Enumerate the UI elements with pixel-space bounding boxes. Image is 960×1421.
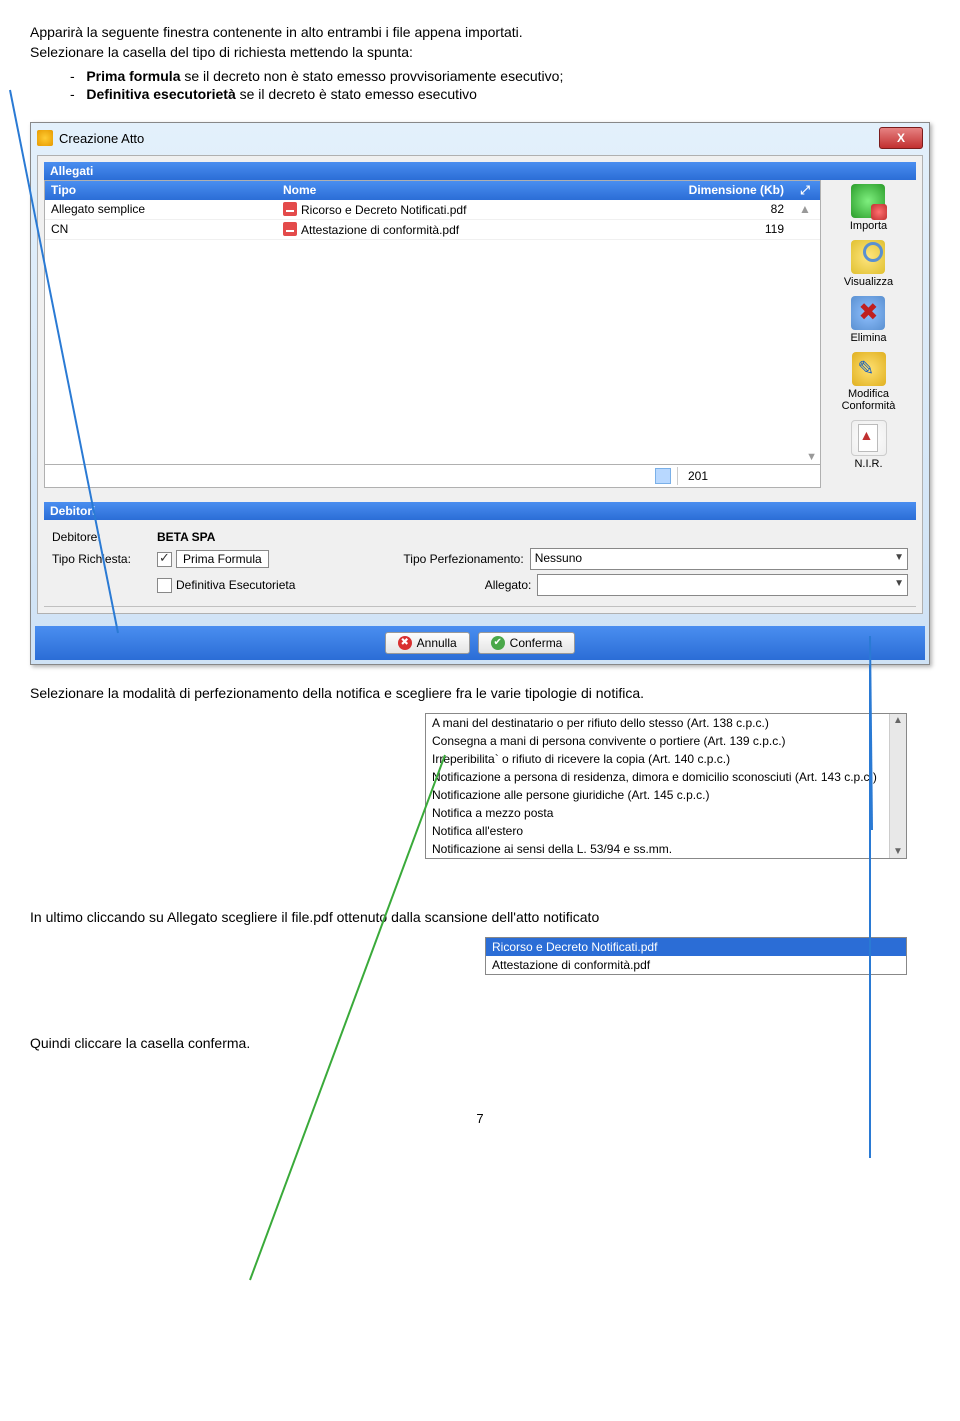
dropdown-option[interactable]: Irreperibilita` o rifiuto di ricevere la… (426, 750, 906, 768)
lbl-debitore: Debitore: (52, 530, 157, 544)
mid-text-2: In ultimo cliccando su Allegato sceglier… (30, 909, 930, 925)
visualizza-icon (851, 240, 885, 274)
cancel-icon: ✖ (398, 636, 412, 650)
nir-icon (851, 420, 887, 456)
intro-line2: Selezionare la casella del tipo di richi… (30, 44, 930, 60)
window-icon (37, 130, 53, 146)
annulla-button[interactable]: ✖Annulla (385, 632, 470, 654)
chevron-down-icon: ▼ (894, 578, 904, 589)
mid-text-1: Selezionare la modalità di perfezionamen… (30, 685, 930, 701)
status-total: 201 (677, 467, 818, 485)
definitiva-label: Definitiva Esecutorieta (176, 578, 295, 592)
debitori-body: Debitore: BETA SPA Tipo Richiesta: Prima… (44, 520, 916, 607)
dropdown-option[interactable]: Notificazione a persona di residenza, di… (426, 768, 906, 786)
col-tipo[interactable]: Tipo (45, 181, 277, 200)
bottom-button-bar: ✖Annulla ✔Conferma (35, 626, 925, 660)
allegati-header: Allegati (44, 162, 916, 180)
creazione-atto-window: Creazione Atto X Allegati Tipo Nome Dime… (30, 122, 930, 665)
confirm-icon: ✔ (491, 636, 505, 650)
elimina-button[interactable]: Elimina (850, 296, 886, 344)
table-row[interactable]: CN Attestazione di conformità.pdf 119 (45, 220, 820, 240)
callout-line-green (250, 755, 445, 1280)
prima-formula-label: Prima Formula (176, 550, 269, 568)
importa-icon (851, 184, 885, 218)
col-expand[interactable]: ⤢ (790, 181, 820, 200)
checkbox-prima-formula[interactable] (157, 552, 172, 567)
elimina-icon (851, 296, 885, 330)
lbl-tipo-perf: Tipo Perfezionamento: (369, 552, 530, 566)
debitori-header: Debitori (44, 502, 916, 520)
visualizza-button[interactable]: Visualizza (844, 240, 893, 288)
dropdown-option[interactable]: Consegna a mani di persona convivente o … (426, 732, 906, 750)
final-text: Quindi cliccare la casella conferma. (30, 1035, 930, 1051)
modifica-icon (852, 352, 886, 386)
bullet-2: - Definitiva esecutorietà se il decreto … (70, 86, 930, 102)
chevron-down-icon: ▼ (894, 552, 904, 563)
close-button[interactable]: X (879, 127, 923, 149)
modifica-button[interactable]: Modifica Conformità (821, 352, 916, 412)
perfezionamento-dropdown[interactable]: A mani del destinatario o per rifiuto de… (425, 713, 907, 859)
pdf-icon (283, 222, 297, 236)
dropdown-option[interactable]: Notifica a mezzo posta (426, 804, 906, 822)
col-nome[interactable]: Nome (277, 181, 638, 200)
allegato-combo[interactable]: ▼ (537, 574, 908, 596)
dropdown-option[interactable]: Notificazione alle persone giuridiche (A… (426, 786, 906, 804)
allegato-file-list[interactable]: Ricorso e Decreto Notificati.pdf Attesta… (485, 937, 907, 975)
dropdown-option[interactable]: Notifica all'estero (426, 822, 906, 840)
conferma-button[interactable]: ✔Conferma (478, 632, 576, 654)
file-option[interactable]: Attestazione di conformità.pdf (486, 956, 906, 974)
side-toolbar: Importa Visualizza Elimina Modifica Conf… (821, 180, 916, 480)
checkbox-definitiva[interactable] (157, 578, 172, 593)
table-row[interactable]: Allegato semplice Ricorso e Decreto Noti… (45, 200, 820, 220)
status-bar: 201 (44, 465, 821, 488)
file-option-selected[interactable]: Ricorso e Decreto Notificati.pdf (486, 938, 906, 956)
bullet-1: - Prima formula se il decreto non è stat… (70, 68, 930, 84)
lbl-allegato: Allegato: (395, 578, 537, 592)
scrollbar[interactable] (889, 714, 906, 858)
allegati-table: Tipo Nome Dimensione (Kb) ⤢ Allegato sem… (44, 180, 821, 465)
importa-button[interactable]: Importa (850, 184, 887, 232)
debitore-value: BETA SPA (157, 530, 215, 544)
bullet-list: - Prima formula se il decreto non è stat… (70, 68, 930, 102)
intro-line1: Apparirà la seguente finestra contenente… (30, 24, 930, 40)
window-title: Creazione Atto (59, 131, 144, 146)
pdf-icon (283, 202, 297, 216)
col-dim[interactable]: Dimensione (Kb) (638, 181, 790, 200)
table-blank (45, 240, 820, 450)
nir-button[interactable]: N.I.R. (851, 420, 887, 470)
page-number: 7 (30, 1111, 930, 1126)
dropdown-option[interactable]: A mani del destinatario o per rifiuto de… (426, 714, 906, 732)
lbl-tipo-richiesta: Tipo Richiesta: (52, 552, 157, 566)
status-icon (655, 468, 671, 484)
title-bar: Creazione Atto X (31, 123, 929, 153)
dropdown-option[interactable]: Notificazione ai sensi della L. 53/94 e … (426, 840, 906, 858)
tipo-perfezionamento-combo[interactable]: Nessuno▼ (530, 548, 908, 570)
